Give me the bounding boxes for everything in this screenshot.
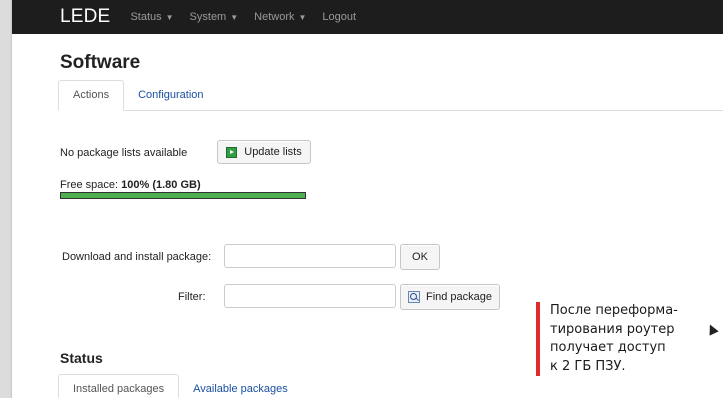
annotation-line: тирования роутер [550,321,675,337]
annotation-line: к 2 ГБ ПЗУ. [550,358,626,374]
progress-fill [61,193,305,198]
free-space-progress-bar [60,192,306,199]
free-space-text: Free space: 100% (1.80 GB) [60,179,201,191]
search-icon [407,291,420,303]
ok-button[interactable]: OK [400,244,440,270]
find-package-label: Find package [425,291,493,303]
download-label: Download and install package: [62,251,212,263]
ok-label: OK [412,251,428,263]
top-navbar: LEDE Status ▼ System ▼ Network ▼ Logout [12,0,723,34]
page-tabs: Actions Configuration [58,80,723,111]
tab-configuration[interactable]: Configuration [124,81,217,110]
annotation-line: получает доступ [550,340,666,355]
tab-installed-packages[interactable]: Installed packages [58,374,180,398]
page-title: Software [60,52,141,73]
free-space-label: Free space: [60,179,122,191]
tab-available-packages[interactable]: Available packages [179,375,302,398]
brand-logo[interactable]: LEDE [60,6,110,28]
caret-down-icon: ▼ [298,12,307,22]
free-space-percent: 100% [121,179,150,191]
caret-down-icon: ▼ [230,12,239,22]
update-lists-label: Update lists [244,146,302,158]
caret-down-icon: ▼ [165,12,174,22]
annotation-callout: После переформа- тирования роутер получа… [536,302,723,376]
nav-logout-label: Logout [322,11,357,23]
filter-input[interactable] [224,284,396,308]
filter-label: Filter: [178,291,206,303]
annotation-line: После переформа- [550,303,678,318]
download-package-input[interactable] [224,244,396,268]
status-section-title: Status [60,350,103,366]
nav-network-menu[interactable]: Network ▼ [254,11,306,23]
update-lists-button[interactable]: Update lists [217,140,311,164]
find-package-button[interactable]: Find package [400,284,500,310]
nav-network-label: Network [254,11,295,23]
nav-logout-link[interactable]: Logout [322,11,356,23]
tab-actions[interactable]: Actions [58,80,125,111]
nav-system-menu[interactable]: System ▼ [190,11,239,23]
nav-status-label: Status [130,11,162,23]
play-icon [226,146,238,158]
nav-status-menu[interactable]: Status ▼ [130,11,173,23]
package-lists-status: No package lists available [60,147,188,159]
nav-system-label: System [189,11,227,23]
status-tabs: Installed packages Available packages [58,374,723,398]
free-space-size: (1.80 GB) [152,179,201,191]
